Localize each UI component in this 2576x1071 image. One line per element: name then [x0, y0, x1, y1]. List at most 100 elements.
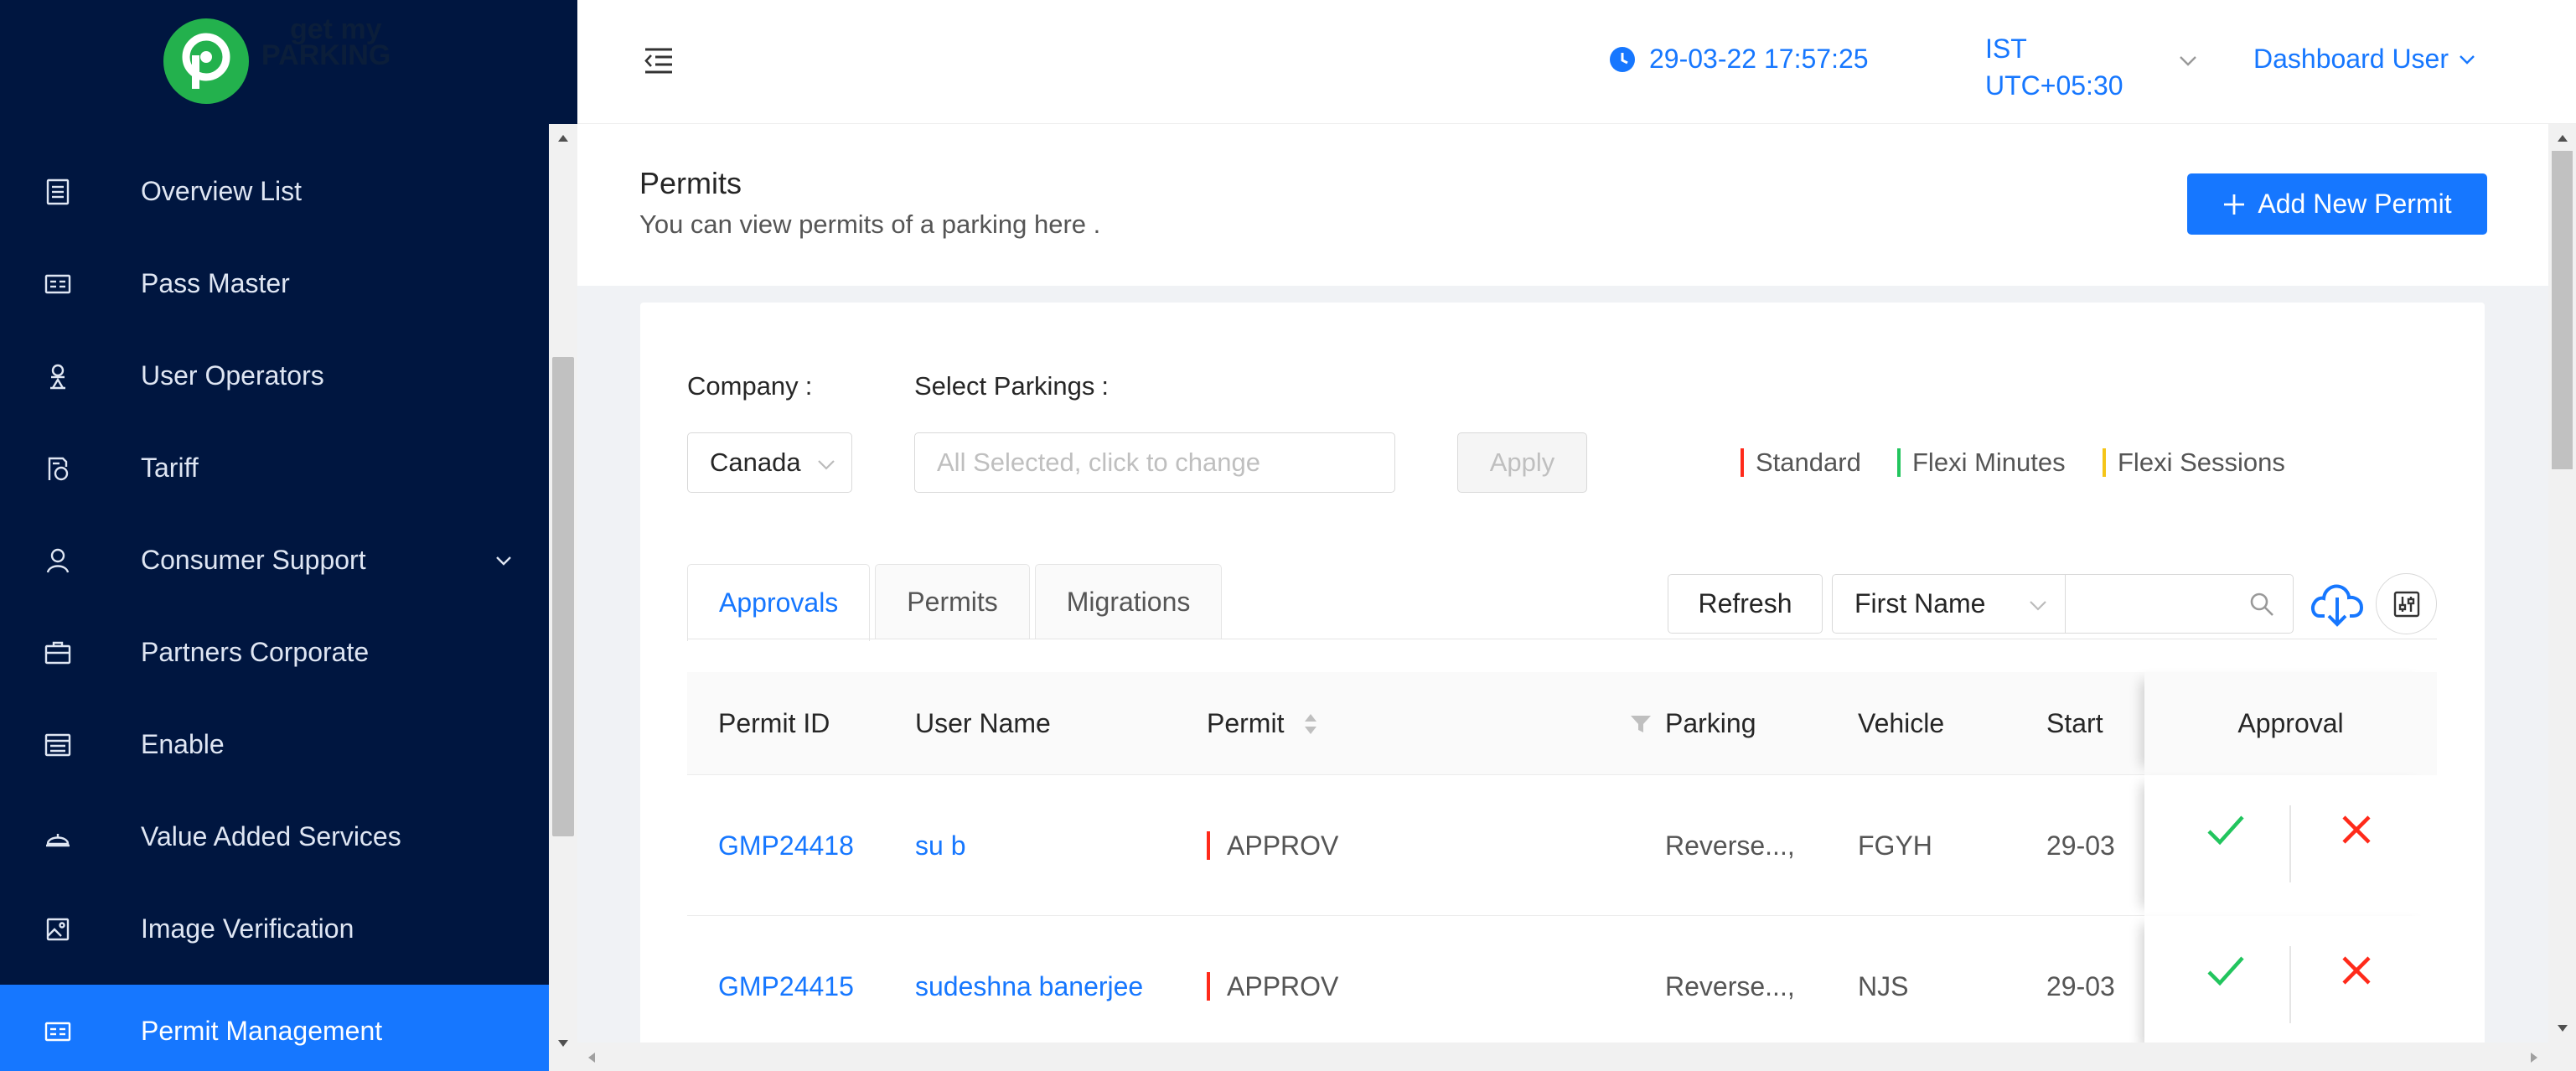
- tab-migrations[interactable]: Migrations: [1034, 564, 1223, 639]
- company-label-text: Company: [687, 371, 799, 401]
- approve-check-icon[interactable]: [2206, 813, 2246, 848]
- scroll-up-icon[interactable]: [2557, 134, 2568, 142]
- parkings-placeholder: All Selected, click to change: [937, 448, 1260, 477]
- main-scrollbar-thumb[interactable]: [2552, 151, 2573, 469]
- sidebar-item-image-verification[interactable]: Image Verification: [0, 882, 549, 975]
- column-header-permit[interactable]: Permit: [1207, 672, 1319, 775]
- permit-id-link[interactable]: GMP24418: [718, 775, 854, 916]
- sidebar-item-value-added-services[interactable]: Value Added Services: [0, 790, 549, 882]
- sidebar-item-label: Tariff: [141, 452, 199, 483]
- sidebar-item-enable[interactable]: Enable: [0, 698, 549, 790]
- service-icon: [43, 822, 73, 852]
- search-field-value: First Name: [1854, 588, 1986, 618]
- scroll-left-icon[interactable]: [587, 1052, 596, 1063]
- permit-id-link[interactable]: GMP24415: [718, 916, 854, 1057]
- briefcase-icon: [43, 638, 73, 668]
- approve-check-icon[interactable]: [2206, 954, 2246, 989]
- top-header: 29-03-22 17:57:25 IST UTC+05:30 Dashboar…: [577, 0, 2576, 124]
- collapse-menu-icon[interactable]: [642, 44, 675, 78]
- column-header-vehicle: Vehicle: [1858, 708, 1945, 738]
- column-header-approval: Approval: [2237, 708, 2344, 738]
- operator-icon: [43, 361, 73, 391]
- sidebar-item-label: Image Verification: [141, 913, 354, 944]
- main-scrollbar[interactable]: [2548, 124, 2576, 1071]
- parking-cell: Reverse...,: [1665, 830, 1795, 861]
- company-select[interactable]: Canada: [687, 432, 852, 493]
- column-settings-button[interactable]: [2376, 573, 2437, 634]
- apply-button[interactable]: Apply: [1457, 432, 1587, 493]
- reject-x-icon[interactable]: [2341, 815, 2372, 845]
- sidebar-item-tariff[interactable]: Tariff: [0, 422, 549, 514]
- sidebar-item-label: Pass Master: [141, 267, 290, 298]
- timezone-offset: UTC+05:30: [1985, 70, 2123, 101]
- sidebar-item-label: User Operators: [141, 360, 324, 391]
- logo-line-2: PARKING: [261, 39, 391, 71]
- chevron-down-icon[interactable]: [493, 547, 515, 569]
- legend-standard: Standard: [1741, 437, 1861, 488]
- parking-cell: Reverse...,: [1665, 970, 1795, 1001]
- permit-status: APPROV: [1227, 830, 1339, 861]
- scroll-down-icon[interactable]: [557, 1039, 569, 1048]
- sidebar-item-user-operators[interactable]: User Operators: [0, 329, 549, 422]
- start-cell: 29-03: [2046, 970, 2115, 1001]
- search-input[interactable]: [2066, 574, 2294, 634]
- sidebar-item-permit-management[interactable]: Permit Management: [0, 985, 549, 1071]
- column-header-user-name: User Name: [915, 708, 1051, 738]
- parkings-select[interactable]: All Selected, click to change: [914, 432, 1395, 493]
- page-subtitle: You can view permits of a parking here .: [639, 210, 1101, 239]
- search-icon[interactable]: [2249, 592, 2274, 617]
- user-menu[interactable]: Dashboard User: [2253, 44, 2477, 75]
- legend-marker: [1741, 448, 1744, 477]
- filter-icon[interactable]: [1629, 713, 1653, 735]
- scroll-right-icon[interactable]: [2530, 1052, 2538, 1063]
- cloud-download-icon[interactable]: [2308, 574, 2367, 633]
- permit-icon: [43, 1017, 73, 1047]
- scroll-up-icon[interactable]: [557, 134, 569, 142]
- tab-approvals[interactable]: Approvals: [687, 564, 871, 641]
- permit-cell: APPROV: [1207, 775, 1338, 916]
- reject-x-icon[interactable]: [2341, 955, 2372, 986]
- chevron-down-icon: [2460, 54, 2475, 65]
- sidebar-item-label: Permit Management: [141, 1015, 383, 1046]
- parkings-label: Select Parkings:: [914, 371, 1109, 401]
- refresh-button[interactable]: Refresh: [1668, 574, 1823, 634]
- legend-marker: [1897, 448, 1901, 477]
- sidebar-item-consumer-support[interactable]: Consumer Support: [0, 514, 549, 606]
- enable-icon: [43, 730, 73, 760]
- vehicle-cell: NJS: [1858, 970, 1909, 1001]
- table-row: GMP24415 sudeshna banerjee APPROV Revers…: [687, 916, 2437, 1057]
- horizontal-scrollbar[interactable]: [577, 1043, 2548, 1071]
- list-icon: [43, 177, 73, 207]
- logo-area: get my PARKING: [0, 0, 577, 124]
- column-header-start: Start: [2046, 708, 2103, 738]
- scroll-down-icon[interactable]: [2557, 1024, 2568, 1032]
- company-label-colon: :: [804, 371, 813, 401]
- permit-status: APPROV: [1227, 970, 1339, 1001]
- legend-marker: [2103, 448, 2106, 477]
- sort-icon[interactable]: [1302, 711, 1319, 737]
- legend-label: Standard: [1756, 448, 1861, 477]
- sidebar-scrollbar-thumb[interactable]: [552, 357, 574, 836]
- image-icon: [43, 914, 73, 944]
- timezone-select[interactable]: IST UTC+05:30: [1985, 30, 2123, 104]
- legend-label: Flexi Sessions: [2118, 448, 2285, 477]
- datetime-text: 29-03-22 17:57:25: [1649, 44, 1869, 74]
- tab-permits[interactable]: Permits: [875, 564, 1030, 639]
- permits-card: Company: Select Parkings: Canada All Sel…: [640, 303, 2485, 1071]
- chevron-down-icon[interactable]: [2176, 49, 2200, 72]
- approval-divider: [2289, 805, 2291, 882]
- sidebar-item-pass-master[interactable]: Pass Master: [0, 237, 549, 329]
- add-new-permit-button[interactable]: Add New Permit: [2187, 173, 2487, 235]
- table-row: GMP24418 su b APPROV Reverse..., FGYH 29…: [687, 775, 2437, 916]
- column-header-permit-id: Permit ID: [718, 708, 830, 738]
- approval-cell: [2144, 916, 2437, 1057]
- sidebar-item-overview-list[interactable]: Overview List: [0, 145, 549, 237]
- sidebar-scrollbar[interactable]: [549, 124, 577, 1071]
- search-field-select[interactable]: First Name: [1832, 574, 2066, 634]
- sidebar-item-partners-corporate[interactable]: Partners Corporate: [0, 606, 549, 698]
- user-name-link[interactable]: su b: [915, 775, 965, 916]
- clock-icon: [1610, 46, 1635, 72]
- parkings-label-colon: :: [1101, 371, 1110, 401]
- user-name-link[interactable]: sudeshna banerjee: [915, 916, 1143, 1057]
- page-header: Permits You can view permits of a parkin…: [577, 124, 2548, 286]
